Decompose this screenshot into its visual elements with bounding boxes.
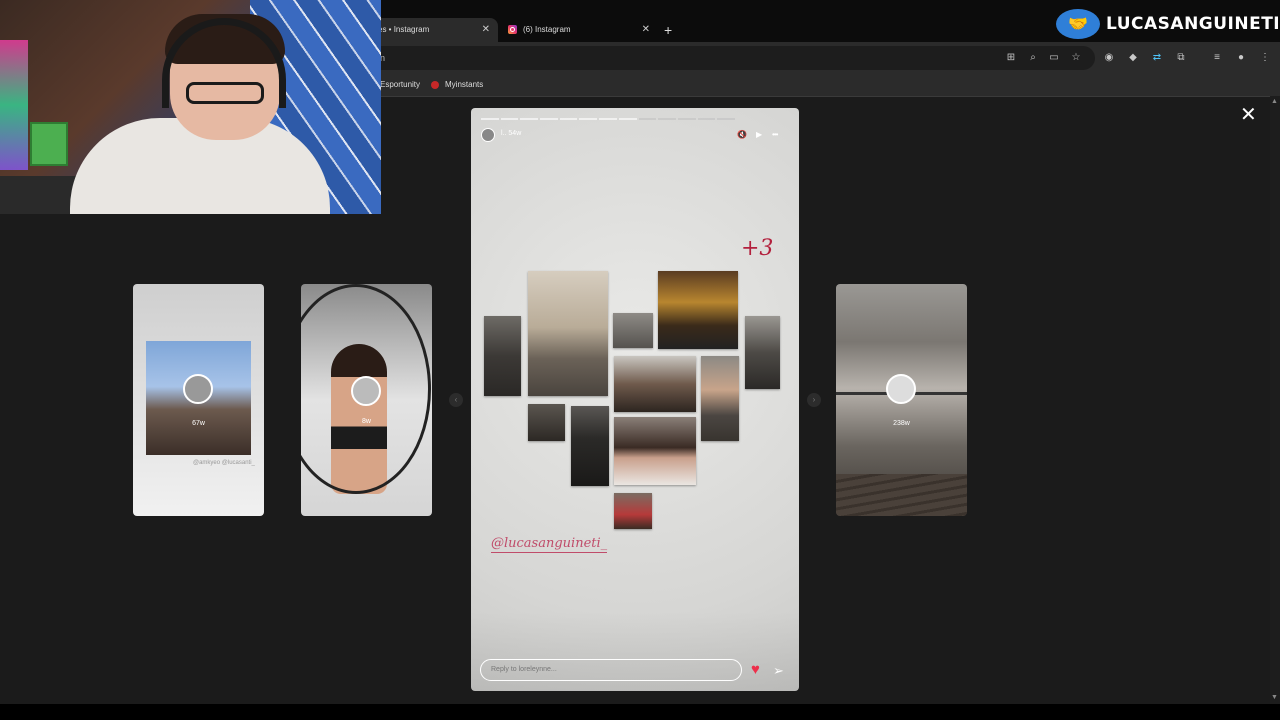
profile-extension-icon[interactable]: ◉ [1102, 49, 1116, 67]
send-icon[interactable]: ➢ [773, 661, 784, 681]
extension-translate-icon[interactable]: ⇄ [1150, 49, 1164, 67]
like-heart-icon[interactable]: ♥ [751, 660, 760, 680]
bookmark-esportunity[interactable]: Esportunity [380, 74, 420, 96]
tab-title: (6) Instagram [523, 25, 571, 34]
story-username[interactable]: l.. 54w [501, 130, 521, 137]
story-timestamp: 8w [362, 418, 371, 425]
progress-segment [481, 118, 499, 120]
webcam-creeper-figure [30, 122, 68, 166]
close-viewer-button[interactable]: ✕ [1240, 104, 1257, 126]
scrollbar[interactable] [1270, 96, 1280, 704]
story-progress-bar [481, 118, 735, 120]
scroll-up-icon[interactable]: ▲ [1271, 98, 1278, 105]
progress-segment [559, 118, 578, 120]
collage-photo [528, 271, 608, 396]
extension-diamond-icon[interactable]: ◆ [1126, 49, 1140, 67]
collage-photo [614, 417, 696, 485]
tab-instagram-active[interactable]: es • Instagram ✕ [370, 18, 498, 42]
bookmark-star-icon[interactable]: ☆ [1069, 49, 1083, 67]
media-control-icon[interactable]: ≡ [1210, 49, 1224, 67]
avatar [351, 376, 381, 406]
progress-segment [697, 118, 716, 120]
collage-photo [614, 356, 696, 412]
progress-segment [579, 118, 598, 120]
scroll-down-icon[interactable]: ▼ [1271, 694, 1278, 701]
progress-segment [540, 118, 558, 120]
progress-segment [520, 118, 539, 120]
story-mention[interactable]: @lucasanguineti_ [491, 536, 608, 553]
webcam-neon-light [0, 40, 28, 170]
story-preview[interactable]: 238w [836, 284, 967, 516]
instagram-icon [508, 25, 517, 35]
story-caption: @amkyeo @lucasanti_ [193, 460, 255, 466]
address-bar[interactable]: n [360, 46, 1095, 70]
webcam-glasses [186, 82, 264, 104]
next-story-button[interactable]: › [807, 393, 821, 407]
progress-segment [599, 118, 617, 120]
collage-photo [484, 316, 521, 396]
story-timestamp: 54w [508, 130, 522, 137]
collage-photo [614, 493, 652, 529]
active-story[interactable]: l.. 54w 🔇 ▶ ••• +3 @lucasanguineti_ Repl… [471, 108, 799, 691]
tab-title: es • Instagram [378, 25, 430, 34]
zoom-icon[interactable]: ⌕ [1026, 49, 1040, 67]
menu-dots-icon[interactable]: ⋮ [1258, 49, 1272, 67]
reply-input[interactable]: Reply to loreleynne... [480, 659, 742, 681]
new-tab-button[interactable]: + [664, 18, 672, 42]
avatar[interactable] [481, 128, 495, 142]
bookmark-myinstants[interactable]: Myinstants [431, 74, 483, 96]
avatar[interactable]: ● [1234, 49, 1248, 67]
story-timestamp: 238w [893, 420, 910, 427]
close-tab-icon[interactable]: ✕ [642, 18, 650, 42]
progress-segment [677, 118, 696, 120]
myinstants-icon [431, 80, 439, 89]
collage-photo [571, 406, 609, 486]
channel-logo: 🤝 LUCASANGUINETIMP [1056, 9, 1280, 39]
mute-icon[interactable]: 🔇 [737, 128, 747, 142]
channel-name: LUCASANGUINETIMP [1106, 14, 1280, 34]
progress-segment [638, 118, 657, 120]
story-sticker-text: +3 [741, 236, 774, 261]
cast-icon[interactable]: ▭ [1047, 49, 1061, 67]
extensions-puzzle-icon[interactable]: ⧉ [1174, 49, 1188, 67]
progress-segment [717, 118, 735, 120]
story-preview[interactable]: 67w @amkyeo @lucasanti_ [133, 284, 264, 516]
tab-instagram[interactable]: (6) Instagram ✕ [500, 18, 658, 42]
collage-photo [528, 404, 565, 441]
collage-photo [701, 356, 739, 441]
collage-photo [745, 316, 780, 389]
play-icon[interactable]: ▶ [756, 128, 762, 142]
webcam-overlay [0, 0, 381, 214]
collage-photo [658, 271, 738, 349]
progress-segment [658, 118, 676, 120]
progress-segment [500, 118, 519, 120]
collage-photo [613, 313, 653, 348]
previous-story-button[interactable]: ‹ [449, 393, 463, 407]
taskbar-strip [0, 704, 1280, 720]
handshake-icon: 🤝 [1056, 9, 1100, 39]
deck [836, 474, 967, 516]
translate-icon[interactable]: ⊞ [1004, 49, 1018, 67]
more-options-icon[interactable]: ••• [772, 128, 778, 142]
avatar [886, 374, 916, 404]
story-timestamp: 67w [192, 420, 205, 427]
story-preview[interactable]: 8w [301, 284, 432, 516]
avatar [183, 374, 213, 404]
close-tab-icon[interactable]: ✕ [482, 18, 490, 42]
progress-segment [618, 118, 637, 120]
